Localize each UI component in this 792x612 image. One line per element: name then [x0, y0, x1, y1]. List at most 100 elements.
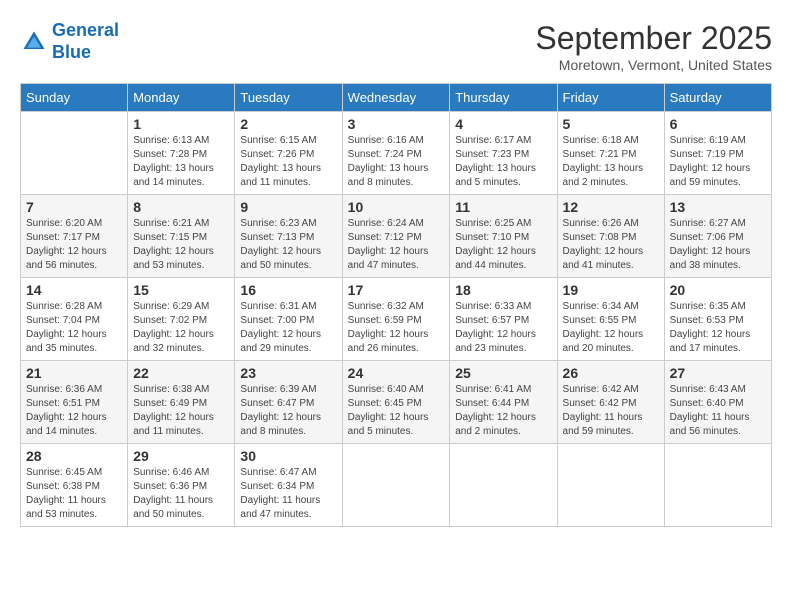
- calendar-cell: 16Sunrise: 6:31 AM Sunset: 7:00 PM Dayli…: [235, 278, 342, 361]
- calendar-cell: 5Sunrise: 6:18 AM Sunset: 7:21 PM Daylig…: [557, 112, 664, 195]
- calendar-cell: 2 Sunrise: 6:15 AM Sunset: 7:26 PM Daylig…: [235, 112, 342, 195]
- calendar-cell: 27 Sunrise: 6:43 AM Sunset: 6:40 PM Dayli…: [664, 361, 771, 444]
- calendar-header-row: SundayMondayTuesdayWednesdayThursdayFrid…: [21, 84, 772, 112]
- calendar-cell: 18 Sunrise: 6:33 AM Sunset: 6:57 PM Dayli…: [450, 278, 557, 361]
- day-number: 24: [348, 365, 445, 381]
- logo-text: General Blue: [52, 20, 119, 63]
- day-number: 22: [133, 365, 229, 381]
- day-number: 26: [563, 365, 659, 381]
- day-number: 27: [670, 365, 766, 381]
- location-subtitle: Moretown, Vermont, United States: [535, 57, 772, 73]
- calendar-week-row: 14 Sunrise: 6:28 AM Sunset: 7:04 PM Dayli…: [21, 278, 772, 361]
- calendar-cell: 8 Sunrise: 6:21 AM Sunset: 7:15 PM Daylig…: [128, 195, 235, 278]
- calendar-cell: 3 Sunrise: 6:16 AM Sunset: 7:24 PM Daylig…: [342, 112, 450, 195]
- calendar-cell: 11 Sunrise: 6:25 AM Sunset: 7:10 PM Dayli…: [450, 195, 557, 278]
- day-number: 23: [240, 365, 336, 381]
- day-header-monday: Monday: [128, 84, 235, 112]
- calendar-cell: [664, 444, 771, 527]
- calendar-cell: 19 Sunrise: 6:34 AM Sunset: 6:55 PM Dayli…: [557, 278, 664, 361]
- day-header-wednesday: Wednesday: [342, 84, 450, 112]
- day-info: Sunrise: 6:13 AM Sunset: 7:28 PM Dayligh…: [133, 134, 229, 190]
- day-info: Sunrise: 6:20 AM Sunset: 7:17 PM Dayligh…: [26, 217, 122, 273]
- calendar-cell: 25 Sunrise: 6:41 AM Sunset: 6:44 PM Dayli…: [450, 361, 557, 444]
- calendar-cell: 29Sunrise: 6:46 AM Sunset: 6:36 PM Dayli…: [128, 444, 235, 527]
- day-number: 12: [563, 199, 659, 215]
- calendar-cell: 13 Sunrise: 6:27 AM Sunset: 7:06 PM Dayli…: [664, 195, 771, 278]
- day-number: 18: [455, 282, 551, 298]
- day-info: Sunrise: 6:41 AM Sunset: 6:44 PM Dayligh…: [455, 383, 551, 439]
- day-number: 9: [240, 199, 336, 215]
- day-number: 29: [133, 448, 229, 464]
- day-info: Sunrise: 6:36 AM Sunset: 6:51 PM Dayligh…: [26, 383, 122, 439]
- calendar-week-row: 28 Sunrise: 6:45 AM Sunset: 6:38 PM Dayli…: [21, 444, 772, 527]
- calendar-cell: 24Sunrise: 6:40 AM Sunset: 6:45 PM Dayli…: [342, 361, 450, 444]
- day-info: Sunrise: 6:43 AM Sunset: 6:40 PM Dayligh…: [670, 383, 766, 439]
- day-number: 8: [133, 199, 229, 215]
- calendar-cell: 7 Sunrise: 6:20 AM Sunset: 7:17 PM Daylig…: [21, 195, 128, 278]
- day-number: 4: [455, 116, 551, 132]
- day-header-tuesday: Tuesday: [235, 84, 342, 112]
- logo-line2: Blue: [52, 42, 91, 62]
- day-info: Sunrise: 6:32 AM Sunset: 6:59 PM Dayligh…: [348, 300, 445, 356]
- day-info: Sunrise: 6:33 AM Sunset: 6:57 PM Dayligh…: [455, 300, 551, 356]
- day-info: Sunrise: 6:38 AM Sunset: 6:49 PM Dayligh…: [133, 383, 229, 439]
- calendar-cell: 22 Sunrise: 6:38 AM Sunset: 6:49 PM Dayli…: [128, 361, 235, 444]
- day-number: 7: [26, 199, 122, 215]
- day-info: Sunrise: 6:29 AM Sunset: 7:02 PM Dayligh…: [133, 300, 229, 356]
- logo-line1: General: [52, 20, 119, 40]
- day-info: Sunrise: 6:26 AM Sunset: 7:08 PM Dayligh…: [563, 217, 659, 273]
- day-info: Sunrise: 6:17 AM Sunset: 7:23 PM Dayligh…: [455, 134, 551, 190]
- month-title: September 2025: [535, 20, 772, 57]
- day-info: Sunrise: 6:45 AM Sunset: 6:38 PM Dayligh…: [26, 466, 122, 522]
- calendar-cell: 15 Sunrise: 6:29 AM Sunset: 7:02 PM Dayli…: [128, 278, 235, 361]
- day-info: Sunrise: 6:35 AM Sunset: 6:53 PM Dayligh…: [670, 300, 766, 356]
- calendar-cell: [450, 444, 557, 527]
- calendar-cell: 9Sunrise: 6:23 AM Sunset: 7:13 PM Daylig…: [235, 195, 342, 278]
- day-info: Sunrise: 6:42 AM Sunset: 6:42 PM Dayligh…: [563, 383, 659, 439]
- calendar-cell: 21Sunrise: 6:36 AM Sunset: 6:51 PM Dayli…: [21, 361, 128, 444]
- calendar-cell: 28 Sunrise: 6:45 AM Sunset: 6:38 PM Dayli…: [21, 444, 128, 527]
- day-number: 13: [670, 199, 766, 215]
- day-number: 25: [455, 365, 551, 381]
- day-info: Sunrise: 6:27 AM Sunset: 7:06 PM Dayligh…: [670, 217, 766, 273]
- day-info: Sunrise: 6:18 AM Sunset: 7:21 PM Dayligh…: [563, 134, 659, 190]
- day-info: Sunrise: 6:31 AM Sunset: 7:00 PM Dayligh…: [240, 300, 336, 356]
- day-header-friday: Friday: [557, 84, 664, 112]
- day-number: 3: [348, 116, 445, 132]
- day-info: Sunrise: 6:25 AM Sunset: 7:10 PM Dayligh…: [455, 217, 551, 273]
- day-info: Sunrise: 6:15 AM Sunset: 7:26 PM Dayligh…: [240, 134, 336, 190]
- day-number: 11: [455, 199, 551, 215]
- day-number: 30: [240, 448, 336, 464]
- calendar-table: SundayMondayTuesdayWednesdayThursdayFrid…: [20, 83, 772, 527]
- calendar-cell: [21, 112, 128, 195]
- day-number: 14: [26, 282, 122, 298]
- calendar-cell: 20 Sunrise: 6:35 AM Sunset: 6:53 PM Dayli…: [664, 278, 771, 361]
- title-block: September 2025 Moretown, Vermont, United…: [535, 20, 772, 73]
- day-number: 10: [348, 199, 445, 215]
- calendar-cell: 30 Sunrise: 6:47 AM Sunset: 6:34 PM Dayli…: [235, 444, 342, 527]
- logo-icon: [20, 28, 48, 56]
- day-info: Sunrise: 6:19 AM Sunset: 7:19 PM Dayligh…: [670, 134, 766, 190]
- day-info: Sunrise: 6:39 AM Sunset: 6:47 PM Dayligh…: [240, 383, 336, 439]
- day-info: Sunrise: 6:34 AM Sunset: 6:55 PM Dayligh…: [563, 300, 659, 356]
- calendar-cell: 1 Sunrise: 6:13 AM Sunset: 7:28 PM Daylig…: [128, 112, 235, 195]
- day-info: Sunrise: 6:21 AM Sunset: 7:15 PM Dayligh…: [133, 217, 229, 273]
- day-number: 19: [563, 282, 659, 298]
- day-number: 28: [26, 448, 122, 464]
- calendar-body: 1 Sunrise: 6:13 AM Sunset: 7:28 PM Daylig…: [21, 112, 772, 527]
- page-header: General Blue September 2025 Moretown, Ve…: [20, 20, 772, 73]
- calendar-cell: 10Sunrise: 6:24 AM Sunset: 7:12 PM Dayli…: [342, 195, 450, 278]
- calendar-week-row: 1 Sunrise: 6:13 AM Sunset: 7:28 PM Daylig…: [21, 112, 772, 195]
- calendar-cell: 12 Sunrise: 6:26 AM Sunset: 7:08 PM Dayli…: [557, 195, 664, 278]
- day-info: Sunrise: 6:16 AM Sunset: 7:24 PM Dayligh…: [348, 134, 445, 190]
- calendar-cell: 17Sunrise: 6:32 AM Sunset: 6:59 PM Dayli…: [342, 278, 450, 361]
- day-number: 20: [670, 282, 766, 298]
- day-info: Sunrise: 6:28 AM Sunset: 7:04 PM Dayligh…: [26, 300, 122, 356]
- day-number: 1: [133, 116, 229, 132]
- calendar-cell: 14 Sunrise: 6:28 AM Sunset: 7:04 PM Dayli…: [21, 278, 128, 361]
- day-header-saturday: Saturday: [664, 84, 771, 112]
- day-number: 15: [133, 282, 229, 298]
- calendar-week-row: 7 Sunrise: 6:20 AM Sunset: 7:17 PM Daylig…: [21, 195, 772, 278]
- day-number: 2: [240, 116, 336, 132]
- day-info: Sunrise: 6:47 AM Sunset: 6:34 PM Dayligh…: [240, 466, 336, 522]
